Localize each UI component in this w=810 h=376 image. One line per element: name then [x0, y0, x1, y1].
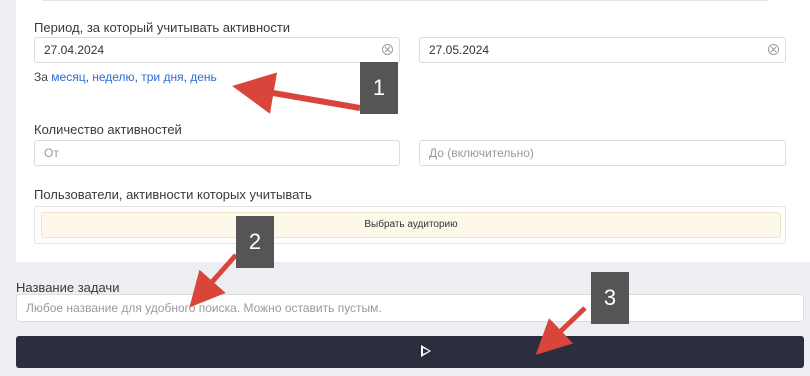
annotation-marker-3: 3: [591, 272, 629, 324]
annotation-arrows: [189, 72, 587, 355]
arrow-1: [232, 72, 361, 114]
arrow-3: [535, 306, 587, 355]
annotation-marker-1: 1: [360, 62, 398, 114]
annotation-marker-2: 2: [236, 216, 274, 268]
arrow-2: [189, 253, 238, 308]
